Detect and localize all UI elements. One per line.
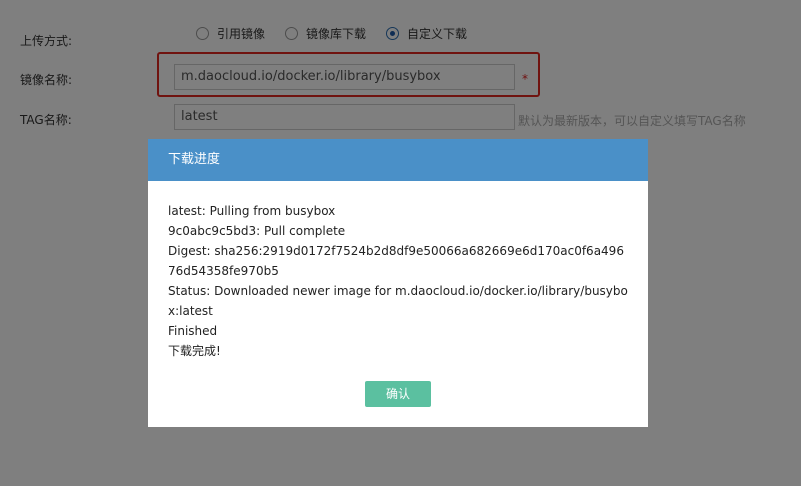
confirm-button[interactable]: 确认: [365, 381, 431, 407]
log-line: Status: Downloaded newer image for m.dao…: [168, 284, 628, 318]
modal-body: latest: Pulling from busybox 9c0abc9c5bd…: [148, 181, 648, 361]
log-line: latest: Pulling from busybox: [168, 204, 336, 218]
modal-footer: 确认: [148, 381, 648, 407]
log-line: 下载完成!: [168, 344, 221, 358]
log-line: Digest: sha256:2919d0172f7524b2d8df9e500…: [168, 244, 624, 278]
log-line: 9c0abc9c5bd3: Pull complete: [168, 224, 346, 238]
modal-title: 下载进度: [148, 139, 648, 181]
log-line: Finished: [168, 324, 218, 338]
download-progress-modal: 下载进度 latest: Pulling from busybox 9c0abc…: [148, 139, 648, 427]
